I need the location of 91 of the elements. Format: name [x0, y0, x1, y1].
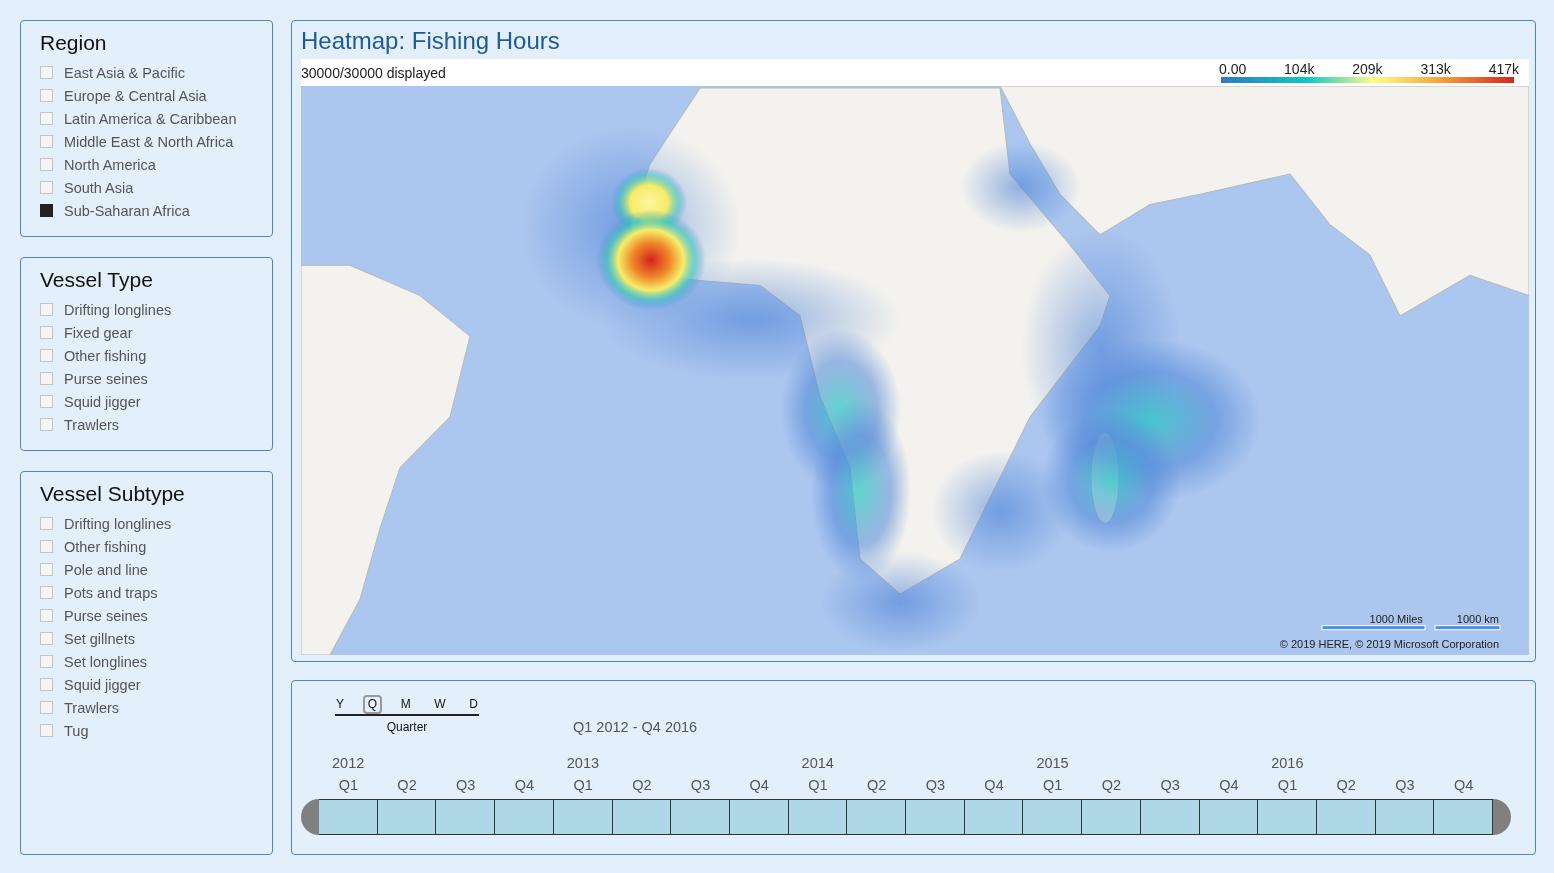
- quarter-cell[interactable]: [1140, 799, 1200, 835]
- quarter-label: Q3: [1159, 777, 1181, 795]
- legend-label: 209k: [1352, 62, 1383, 77]
- quarter-label: Q4: [983, 777, 1005, 795]
- quarter-label: Q2: [865, 777, 888, 795]
- panel-title: Vessel Subtype: [40, 482, 186, 506]
- checkbox-label[interactable]: Set longlines: [64, 653, 148, 670]
- quarter-cell[interactable]: [1199, 799, 1259, 835]
- checkbox-label[interactable]: Pole and line: [64, 561, 148, 578]
- quarter-cell[interactable]: [495, 799, 554, 835]
- quarter-cell[interactable]: [377, 799, 437, 835]
- legend-label: 104k: [1284, 62, 1315, 77]
- panel-title: Region: [40, 31, 108, 55]
- legend-label: 417k: [1488, 62, 1519, 77]
- quarter-label: Q1: [1042, 777, 1064, 795]
- quarter-label: Q1: [572, 777, 594, 795]
- quarter-label: Q4: [1452, 777, 1475, 795]
- quarter-label: Q1: [1276, 777, 1299, 795]
- quarter-cell[interactable]: [436, 799, 496, 835]
- checkbox-label[interactable]: North America: [64, 156, 156, 173]
- checkbox-label[interactable]: Tug: [64, 722, 89, 739]
- quarter-cell[interactable]: [788, 799, 848, 835]
- year-label: 2015: [1035, 755, 1070, 773]
- checkbox-label[interactable]: East Asia & Pacific: [64, 64, 185, 81]
- quarter-cell[interactable]: [1082, 799, 1141, 835]
- checkbox-label[interactable]: Drifting longlines: [64, 515, 172, 532]
- quarter-label: Q2: [1335, 777, 1357, 795]
- year-label: 2013: [565, 755, 601, 773]
- checkbox-label[interactable]: Sub-Saharan Africa: [64, 202, 190, 219]
- quarter-label: Q2: [396, 777, 418, 795]
- quarter-cell[interactable]: [906, 799, 965, 835]
- range-handle[interactable]: [301, 799, 319, 835]
- checkbox-label[interactable]: Trawlers: [64, 416, 120, 433]
- quarter-cell[interactable]: [671, 799, 730, 835]
- checkbox-label[interactable]: South Asia: [64, 179, 134, 196]
- granularity-option[interactable]: Y: [331, 695, 349, 714]
- quarter-cell[interactable]: [319, 799, 378, 835]
- quarter-label: Q3: [455, 777, 477, 795]
- quarter-label: Q4: [1218, 777, 1240, 795]
- checkbox-label[interactable]: Fixed gear: [64, 324, 133, 341]
- checkbox-label[interactable]: Purse seines: [64, 370, 148, 387]
- quarter-label: Q4: [748, 777, 770, 795]
- displayed-count: 30000/30000 displayed: [301, 64, 446, 81]
- quarter-label: Q3: [924, 777, 946, 795]
- quarter-cell[interactable]: [1023, 799, 1083, 835]
- checkbox-label[interactable]: Other fishing: [64, 538, 147, 555]
- copyright-text: © 2019 HERE, © 2019 Microsoft Corporation: [1279, 638, 1499, 650]
- checkbox[interactable]: [40, 204, 53, 217]
- quarter-label: Q4: [513, 777, 536, 795]
- quarter-cell[interactable]: [1434, 799, 1493, 835]
- quarter-cell[interactable]: [964, 799, 1024, 835]
- quarter-label: Q2: [1100, 777, 1123, 795]
- granularity-option[interactable]: W: [429, 695, 451, 714]
- checkbox-label[interactable]: Squid jigger: [64, 393, 141, 410]
- checkbox-label[interactable]: Pots and traps: [64, 584, 158, 601]
- quarter-cell[interactable]: [1316, 799, 1376, 835]
- timeline-track[interactable]: [301, 799, 1511, 835]
- quarter-cell[interactable]: [1258, 799, 1317, 835]
- granularity-option[interactable]: D: [464, 695, 483, 714]
- quarter-cell[interactable]: [847, 799, 906, 835]
- checkbox-label[interactable]: Set gillnets: [64, 630, 135, 647]
- checkbox-label[interactable]: Purse seines: [64, 607, 148, 624]
- checkbox-label[interactable]: Middle East & North Africa: [64, 133, 234, 150]
- chart-title: Heatmap: Fishing Hours: [301, 27, 561, 56]
- checkbox-label[interactable]: Europe & Central Asia: [64, 87, 207, 104]
- quarter-label: Q1: [807, 777, 829, 795]
- year-label: 2012: [331, 755, 366, 773]
- year-label: 2016: [1270, 755, 1305, 773]
- granularity-option[interactable]: M: [395, 695, 416, 714]
- checkbox-label[interactable]: Squid jigger: [64, 676, 141, 693]
- range-handle[interactable]: [1493, 799, 1511, 835]
- checkbox-label[interactable]: Latin America & Caribbean: [64, 110, 237, 127]
- date-range-text: Q1 2012 - Q4 2016: [573, 719, 698, 735]
- panel-title: Vessel Type: [40, 268, 154, 292]
- checkbox-label[interactable]: Other fishing: [64, 347, 147, 364]
- year-label: 2014: [800, 755, 835, 773]
- quarter-cell[interactable]: [729, 799, 789, 835]
- granularity-label: Quarter: [385, 720, 429, 734]
- scale-label: 1000 km: [1456, 613, 1499, 625]
- quarter-cell[interactable]: [1375, 799, 1435, 835]
- quarter-label: Q2: [631, 777, 653, 795]
- legend-label: 313k: [1420, 62, 1451, 77]
- scale-label: 1000 Miles: [1369, 613, 1423, 625]
- quarter-cell[interactable]: [553, 799, 613, 835]
- checkbox-label[interactable]: Drifting longlines: [64, 301, 172, 318]
- quarter-label: Q3: [1394, 777, 1416, 795]
- checkbox-label[interactable]: Trawlers: [64, 699, 120, 716]
- quarter-cell[interactable]: [612, 799, 672, 835]
- legend-label: 0.00: [1219, 62, 1247, 77]
- quarter-label: Q1: [337, 777, 359, 795]
- quarter-label: Q3: [689, 777, 712, 795]
